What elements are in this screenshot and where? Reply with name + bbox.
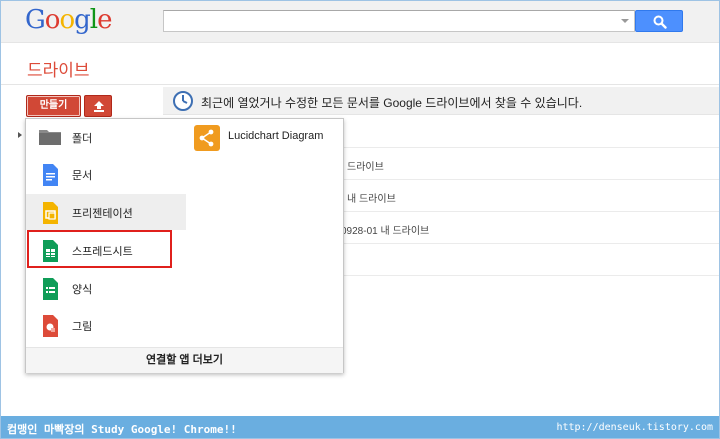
menu-item-drawing[interactable]: 그림 bbox=[26, 307, 186, 343]
blog-banner: 컴맹인 마빡장의 Study Google! Chrome!! http://d… bbox=[1, 416, 719, 438]
file-row-text: 드라이브 bbox=[347, 162, 384, 173]
expand-arrow-icon[interactable] bbox=[18, 132, 22, 138]
recent-info-bar: 최근에 열었거나 수정한 모든 문서를 Google 드라이브에서 찾을 수 있… bbox=[163, 87, 719, 115]
logo-letter-g: G bbox=[25, 5, 46, 35]
app-title[interactable]: 드라이브 bbox=[27, 56, 90, 81]
menu-item-lucidchart[interactable]: Lucidchart Diagram bbox=[184, 119, 344, 155]
menu-item-folder[interactable]: 폴더 bbox=[26, 119, 186, 155]
search-icon bbox=[653, 15, 667, 29]
drawing-icon bbox=[43, 315, 58, 337]
menu-item-label: 프리젠테이션 bbox=[72, 208, 133, 220]
file-row-text: 내 드라이브 bbox=[347, 194, 396, 205]
folder-icon bbox=[39, 130, 61, 145]
logo-letter-l: l bbox=[89, 5, 98, 35]
document-icon bbox=[43, 164, 58, 186]
logo-letter-o2: o bbox=[59, 5, 75, 35]
top-header: Google bbox=[1, 1, 719, 43]
menu-item-label: 양식 bbox=[72, 284, 93, 296]
annotation-highlight-box bbox=[27, 230, 172, 268]
google-logo[interactable]: Google bbox=[25, 5, 112, 35]
banner-url: http://denseuk.tistory.com bbox=[556, 422, 713, 433]
menu-item-document[interactable]: 문서 bbox=[26, 156, 186, 192]
more-apps-link[interactable]: 연결할 앱 더보기 bbox=[26, 347, 343, 373]
logo-letter-e: e bbox=[97, 5, 112, 35]
title-bar: 드라이브 bbox=[1, 44, 719, 85]
menu-item-presentation[interactable]: 프리젠테이션 bbox=[26, 194, 186, 230]
menu-item-label: 그림 bbox=[72, 321, 93, 333]
search-button[interactable] bbox=[635, 10, 683, 32]
info-text: 최근에 열었거나 수정한 모든 문서를 Google 드라이브에서 찾을 수 있… bbox=[201, 96, 583, 110]
lucidchart-icon bbox=[194, 125, 220, 151]
form-icon bbox=[43, 278, 58, 300]
create-button[interactable]: 만들기 bbox=[26, 95, 81, 117]
upload-button[interactable] bbox=[84, 95, 112, 117]
menu-item-label: 폴더 bbox=[72, 133, 93, 145]
upload-arrow-icon bbox=[94, 101, 104, 112]
clock-icon bbox=[173, 91, 193, 111]
search-options-chevron-icon[interactable] bbox=[621, 19, 629, 23]
presentation-icon bbox=[43, 202, 58, 224]
file-row-text: 0928-01 내 드라이브 bbox=[341, 226, 430, 237]
logo-letter-o1: o bbox=[44, 5, 61, 35]
menu-item-form[interactable]: 양식 bbox=[26, 270, 186, 306]
logo-letter-g2: g bbox=[74, 5, 91, 35]
banner-caption: 컴맹인 마빡장의 Study Google! Chrome!! bbox=[7, 423, 237, 436]
menu-item-label: Lucidchart Diagram bbox=[228, 130, 324, 142]
menu-item-label: 문서 bbox=[72, 170, 93, 182]
search-input[interactable] bbox=[163, 10, 635, 32]
